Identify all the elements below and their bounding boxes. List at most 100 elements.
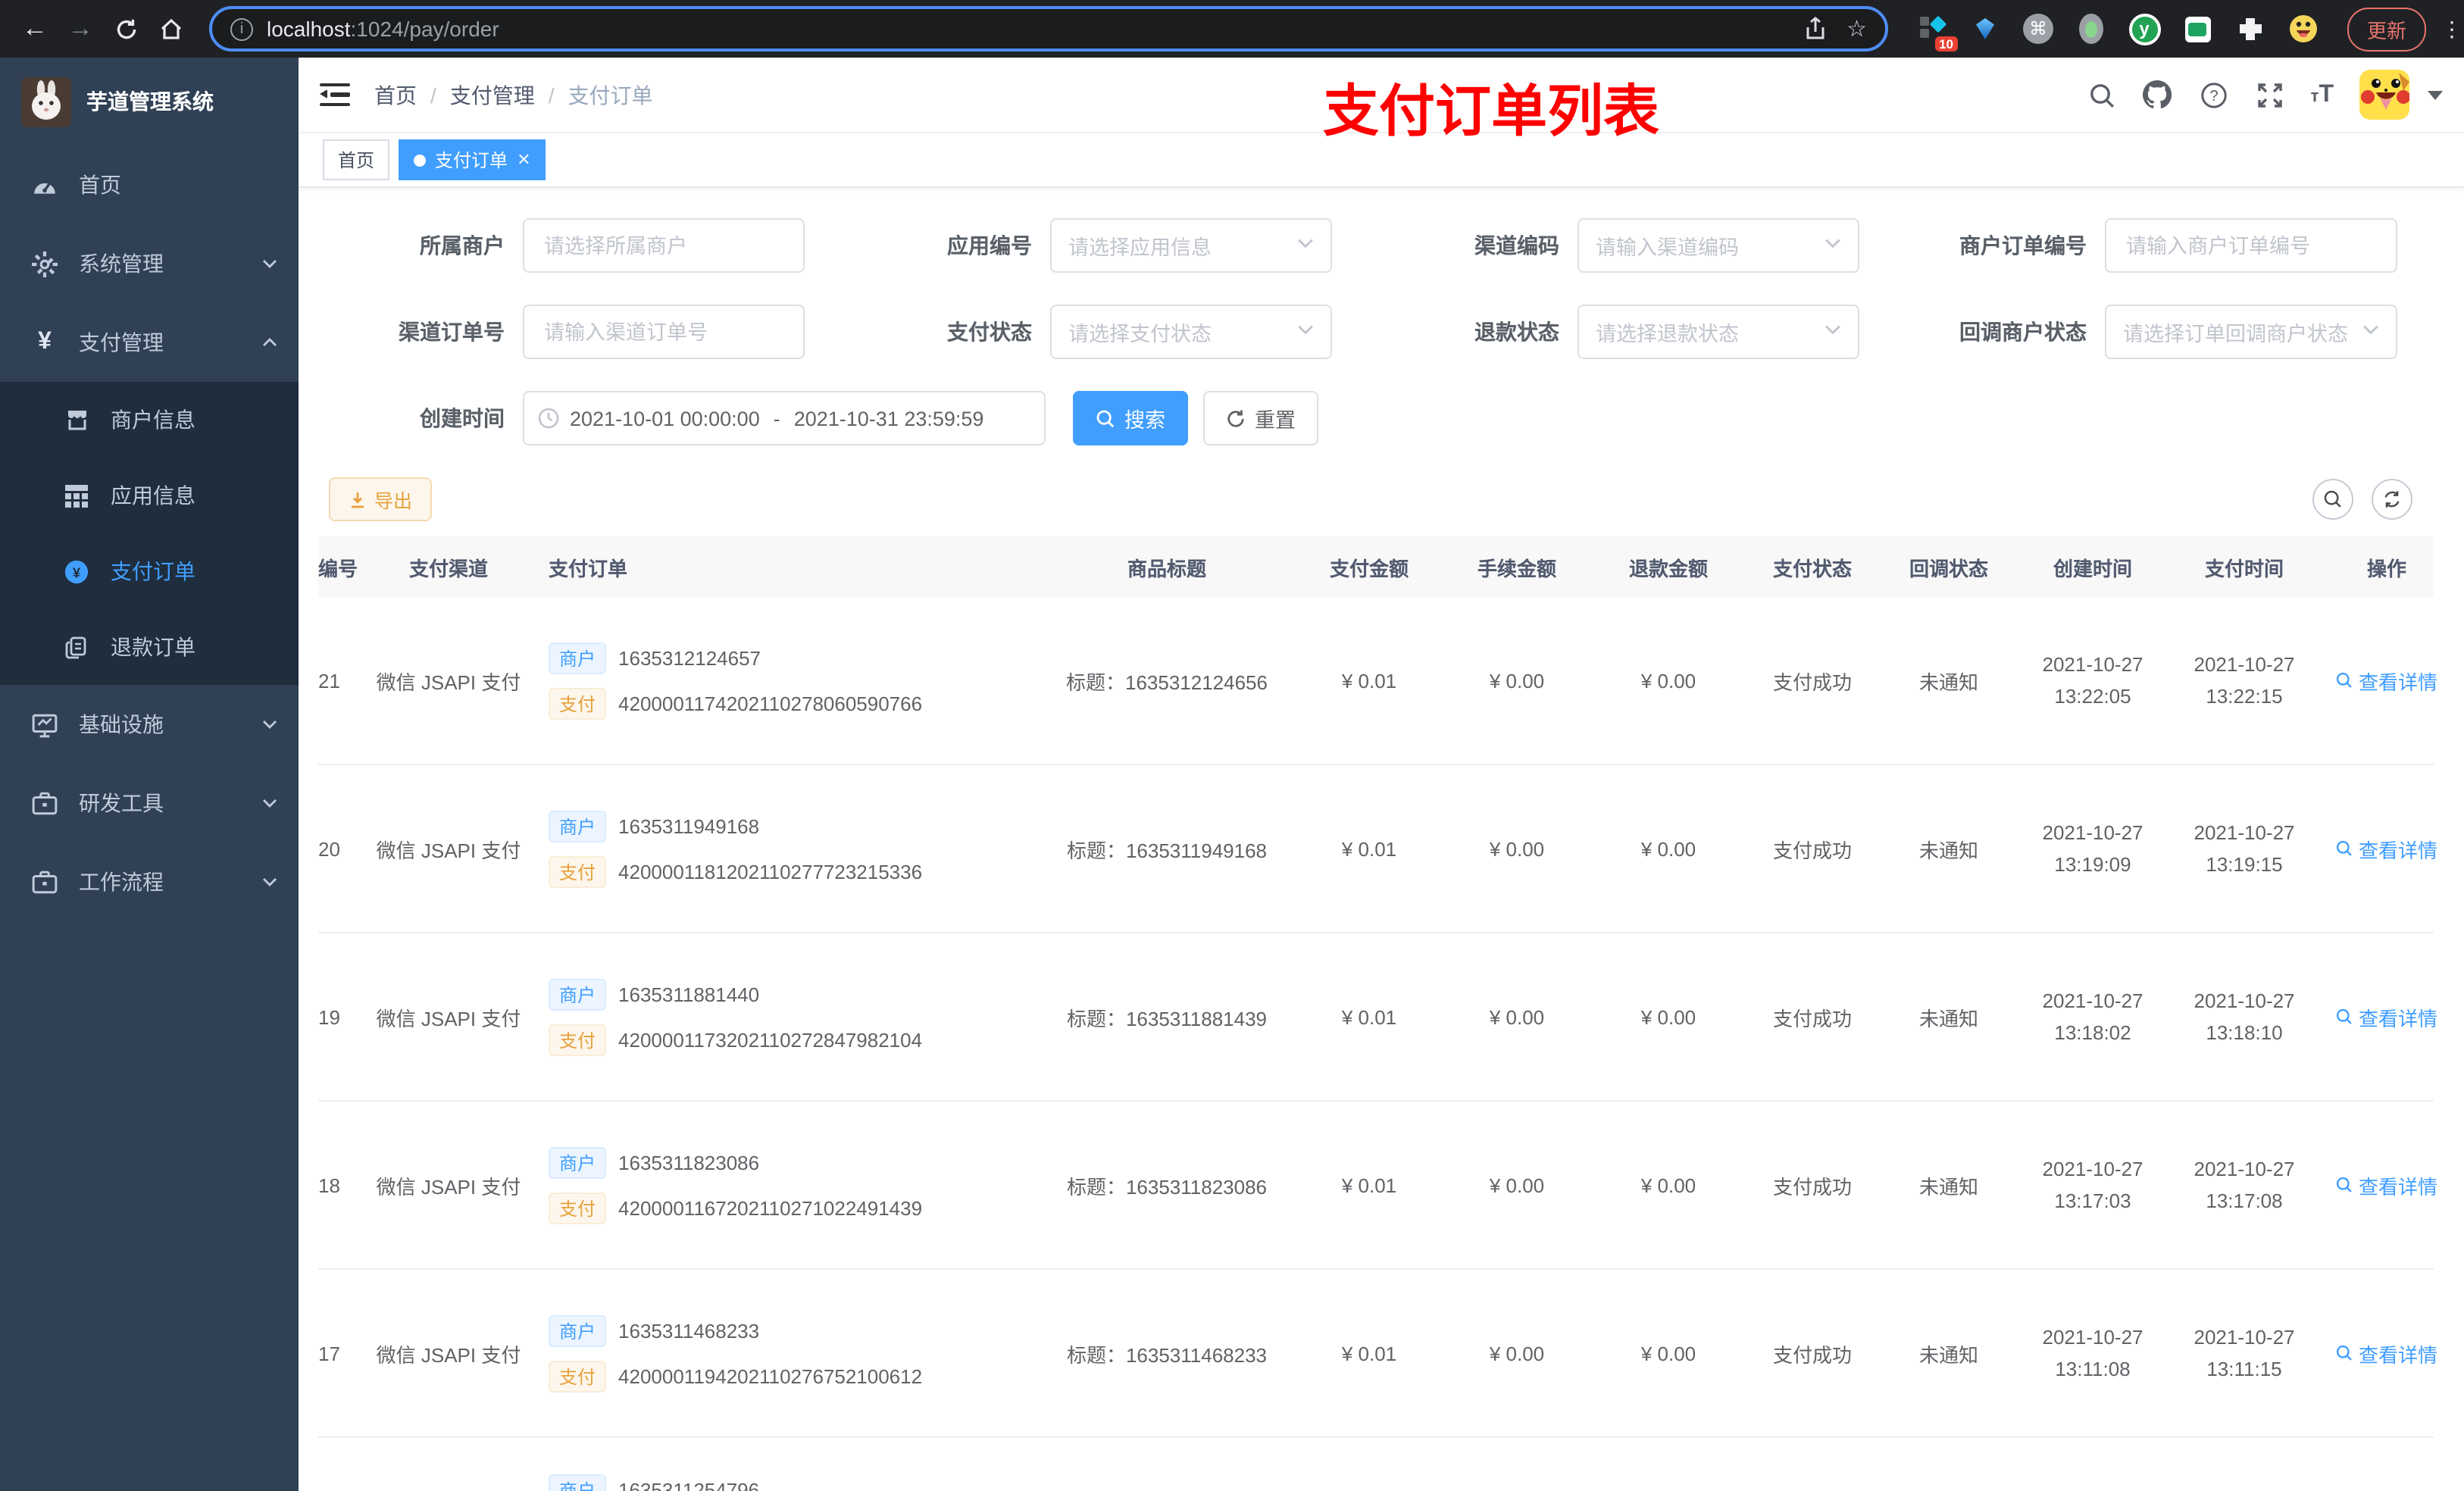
filter-label-app: 应用编号: [947, 233, 1032, 258]
sidebar-item-refund-order[interactable]: 退款订单: [0, 609, 299, 685]
merchant-tag: 商户: [549, 1314, 607, 1346]
pay-tag: 支付: [549, 1360, 607, 1392]
app-select[interactable]: 请选择应用信息: [1050, 218, 1332, 273]
extension-blocks-icon[interactable]: 10: [1915, 12, 1958, 52]
cell-pay-time: 2021-10-27 13:17:08: [2194, 1158, 2295, 1212]
search-icon[interactable]: [2087, 80, 2117, 110]
cell-channel: 微信 JSAPI 支付: [376, 1175, 521, 1198]
filter-label-merchant-order-no: 商户订单编号: [1959, 233, 2087, 258]
browser-update-button[interactable]: 更新: [2347, 7, 2427, 51]
extension-y-icon[interactable]: y: [2128, 12, 2161, 45]
collapse-sidebar-icon[interactable]: [320, 83, 350, 107]
table-row: 19 微信 JSAPI 支付 商户 1635311881440 支付 42000…: [318, 933, 2437, 1102]
svg-text:?: ?: [2209, 87, 2218, 104]
view-detail-link[interactable]: 查看详情: [2336, 1002, 2437, 1031]
view-detail-link[interactable]: 查看详情: [2336, 666, 2437, 695]
avatar[interactable]: [2359, 70, 2409, 120]
reset-button[interactable]: 重置: [1203, 391, 1318, 445]
url-host: localhost: [267, 17, 351, 41]
refresh-table-button[interactable]: [2372, 479, 2412, 520]
sidebar-item-merchant-info[interactable]: 商户信息: [0, 382, 299, 458]
briefcase-icon: [32, 790, 58, 816]
top-navbar: 首页 / 支付管理 / 支付订单 支付订单列表 ? тT: [299, 58, 2464, 142]
tab-active-dot: [414, 154, 427, 166]
forward-icon[interactable]: →: [61, 9, 100, 48]
date-end: 2021-10-31 23:59:59: [793, 407, 984, 430]
site-info-icon[interactable]: i: [230, 17, 253, 40]
cell-channel: 微信 JSAPI 支付: [376, 839, 521, 861]
merchant-tag: 商户: [549, 978, 607, 1010]
sidebar-item-app-info[interactable]: 应用信息: [0, 458, 299, 533]
merchant-input[interactable]: [523, 218, 805, 273]
share-icon[interactable]: [1804, 17, 1825, 41]
font-size-icon[interactable]: тT: [2311, 82, 2334, 107]
tab-pay-order[interactable]: 支付订单 ✕: [399, 139, 546, 180]
extension-emoji-icon[interactable]: [2287, 12, 2320, 45]
sidebar-item-pay[interactable]: ¥ 支付管理: [0, 303, 299, 382]
cell-channel: 微信 JSAPI 支付: [376, 670, 521, 693]
toggle-search-button[interactable]: [2312, 479, 2353, 520]
merchant-order-no-input[interactable]: [2105, 218, 2397, 273]
avatar-caret-icon[interactable]: [2428, 90, 2443, 99]
chevron-down-icon: [1297, 318, 1314, 345]
sidebar-item-system[interactable]: 系统管理: [0, 224, 299, 303]
cell-refund: ¥ 0.00: [1640, 1174, 1696, 1196]
tab-home[interactable]: 首页: [323, 139, 390, 180]
cell-channel: 微信 JSAPI 支付: [376, 1343, 521, 1366]
breadcrumb-current: 支付订单: [568, 83, 653, 107]
filter-label-pay-status: 支付状态: [947, 320, 1032, 344]
channel-code-select[interactable]: 请输入渠道编码: [1578, 218, 1859, 273]
extension-chat-icon[interactable]: [2181, 12, 2214, 45]
cell-notify: 未通知: [1918, 1343, 1978, 1366]
view-detail-link[interactable]: 查看详情: [2336, 1171, 2437, 1199]
channel-order-no-input[interactable]: [523, 305, 805, 359]
export-button[interactable]: 导出: [329, 477, 433, 521]
extension-gem-icon[interactable]: [1968, 12, 2002, 45]
sidebar-item-workflow[interactable]: 工作流程: [0, 842, 299, 921]
view-detail-link[interactable]: 查看详情: [2336, 1339, 2437, 1368]
page-annotation: 支付订单列表: [1323, 80, 1659, 142]
browser-toolbar: ← → i localhost:1024/pay/order ☆ 10 ⌘ y: [0, 0, 2464, 58]
refund-status-select[interactable]: 请选择退款状态: [1578, 305, 1859, 359]
sidebar-item-pay-order[interactable]: ¥ 支付订单: [0, 533, 299, 609]
extension-command-icon[interactable]: ⌘: [2022, 12, 2055, 45]
back-icon[interactable]: ←: [15, 9, 55, 48]
cell-id: 21: [318, 669, 340, 692]
cell-status: 支付成功: [1772, 1007, 1852, 1030]
cell-actions: 查看详情: [2320, 666, 2453, 695]
search-button[interactable]: 搜索: [1073, 391, 1188, 445]
extension-oval-icon[interactable]: [2075, 12, 2108, 45]
merchant-tag: 商户: [549, 642, 607, 674]
sidebar-item-infra[interactable]: 基础设施: [0, 685, 299, 764]
briefcase-icon: [32, 869, 58, 895]
reload-icon[interactable]: [106, 9, 145, 48]
chevron-up-icon: [262, 335, 277, 350]
extension-puzzle-icon[interactable]: [2234, 12, 2267, 45]
grid-icon: [64, 483, 89, 508]
cell-pay-time: 2021-10-27 13:11:15: [2194, 1326, 2295, 1380]
cell-status: 支付成功: [1772, 1175, 1852, 1198]
cell-pay-time: 2021-10-27 13:22:15: [2194, 653, 2295, 708]
sidebar-item-home[interactable]: 首页: [0, 145, 299, 224]
chevron-down-icon: [1825, 318, 1841, 345]
notify-status-select[interactable]: 请选择订单回调商户状态: [2105, 305, 2397, 359]
pay-status-select[interactable]: 请选择支付状态: [1050, 305, 1332, 359]
table-header: 编号 支付渠道 支付订单 商品标题 支付金额 手续金额 退款金额 支付状态 回调…: [318, 536, 2434, 597]
table-row: 18 微信 JSAPI 支付 商户 1635311823086 支付 42000…: [318, 1102, 2437, 1270]
view-detail-link[interactable]: 查看详情: [2336, 834, 2437, 863]
breadcrumb-home[interactable]: 首页: [374, 80, 417, 110]
refresh-icon: [2384, 491, 2400, 508]
fullscreen-icon[interactable]: [2255, 80, 2285, 110]
browser-menu-icon[interactable]: ⋮: [2441, 16, 2462, 42]
breadcrumb-pay[interactable]: 支付管理: [450, 80, 535, 110]
help-icon[interactable]: ?: [2199, 80, 2229, 110]
pay-order-no: 4200001167202110271022491439: [618, 1196, 923, 1219]
create-time-range-input[interactable]: 2021-10-01 00:00:00 - 2021-10-31 23:59:5…: [523, 391, 1046, 445]
cell-status: 支付成功: [1772, 839, 1852, 861]
home-icon[interactable]: [152, 9, 191, 48]
bookmark-star-icon[interactable]: ☆: [1846, 15, 1867, 42]
sidebar-item-dev-tools[interactable]: 研发工具: [0, 764, 299, 842]
address-bar[interactable]: i localhost:1024/pay/order ☆: [209, 6, 1888, 52]
tab-close-icon[interactable]: ✕: [517, 150, 530, 170]
github-icon[interactable]: [2143, 80, 2173, 110]
